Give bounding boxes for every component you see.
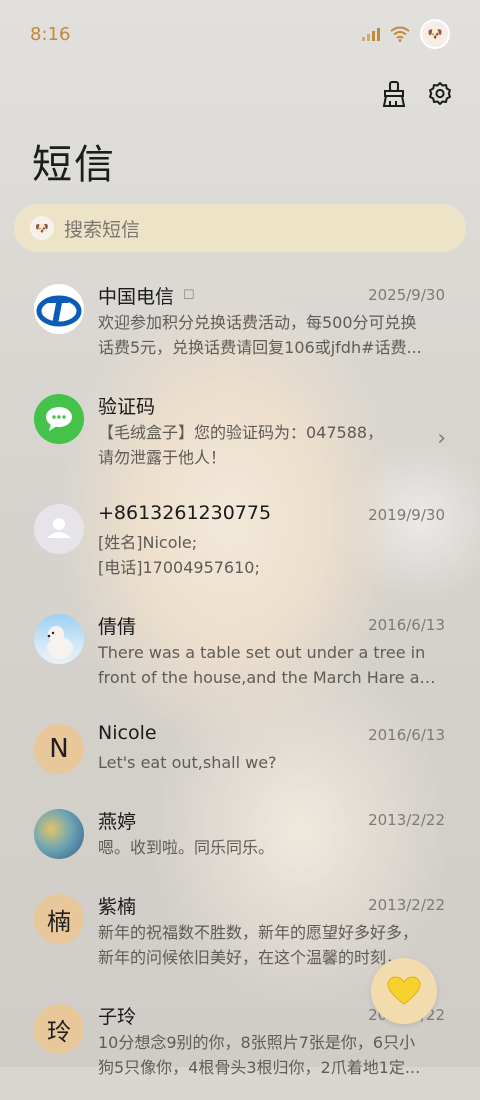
status-bar: 8:16 🐶	[0, 0, 480, 68]
heart-icon	[387, 976, 421, 1005]
contact-name: 倩倩	[98, 616, 137, 638]
gear-icon	[429, 82, 451, 105]
preview-line: 10分想念9别的你，8张照片7张是你，6只小	[98, 1033, 416, 1052]
letter-avatar: N	[34, 724, 84, 774]
preview-line: There was a table set out under a tree i…	[98, 643, 426, 662]
clean-brush-button[interactable]	[380, 80, 408, 108]
contact-name: 验证码	[98, 396, 156, 418]
chevron-right-icon: ›	[437, 426, 446, 451]
message-row[interactable]: 倩倩 2016/6/13 There was a table set out u…	[0, 600, 480, 710]
message-date: 2025/9/30	[368, 286, 445, 304]
preview-line: 新年的祝福数不胜数，新年的愿望好多好多，	[98, 923, 419, 942]
search-placeholder: 搜索短信	[64, 218, 141, 241]
sms-bubble-icon	[34, 394, 84, 444]
message-date: 2013/2/22	[368, 896, 445, 914]
message-preview: Let's eat out,shall we?	[98, 750, 444, 775]
preview-line: 嗯。收到啦。同乐同乐。	[98, 838, 275, 857]
contact-name: Nicole	[98, 722, 157, 744]
message-preview: 10分想念9别的你，8张照片7张是你，6只小 狗5只像你，4根骨头3根归你，2爪…	[98, 1030, 444, 1080]
message-date: 2013/2/22	[368, 811, 445, 829]
message-preview: There was a table set out under a tree i…	[98, 640, 444, 690]
page-title: 短信	[32, 142, 116, 188]
search-avatar-icon: 🐶	[30, 216, 54, 240]
message-preview: 嗯。收到啦。同乐同乐。	[98, 835, 444, 860]
message-date: 2019/9/30	[368, 506, 445, 524]
status-icons: 🐶	[362, 19, 450, 49]
preview-line: 话费5元，兑换话费请回复106或jfdh#话费...	[98, 338, 422, 357]
preview-line: 【毛绒盒子】您的验证码为：047588，	[98, 423, 384, 442]
message-row[interactable]: 验证码 【毛绒盒子】您的验证码为：047588， 请勿泄露于他人！ ›	[0, 380, 480, 490]
brush-icon	[382, 81, 406, 107]
wifi-icon	[390, 26, 410, 42]
compose-fab-button[interactable]	[371, 958, 437, 1024]
status-time: 8:16	[30, 23, 71, 45]
message-preview: [姓名]Nicole; [电话]17004957610;	[98, 530, 444, 580]
landscape-photo-avatar	[34, 809, 84, 859]
contact-name: +8613261230775	[98, 502, 272, 524]
person-placeholder-icon	[34, 504, 84, 554]
letter-avatar: 玲	[34, 1004, 84, 1054]
message-date: 2016/6/13	[368, 616, 445, 634]
search-bar[interactable]: 🐶 搜索短信	[14, 204, 466, 252]
preview-line: [电话]17004957610;	[98, 558, 260, 577]
contact-name: 中国电信	[98, 286, 175, 308]
signal-icon	[362, 27, 380, 41]
contact-name: 子玲	[98, 1006, 137, 1028]
preview-line: 请勿泄露于他人！	[98, 448, 227, 467]
preview-line: [姓名]Nicole;	[98, 533, 198, 552]
letter-avatar: 楠	[34, 894, 84, 944]
telecom-logo-icon	[34, 284, 84, 334]
polar-bear-avatar	[34, 614, 84, 664]
preview-line: 欢迎参加积分兑换话费活动，每500分可兑换	[98, 313, 417, 332]
message-row[interactable]: +8613261230775 2019/9/30 [姓名]Nicole; [电话…	[0, 490, 480, 600]
message-preview: 【毛绒盒子】您的验证码为：047588， 请勿泄露于他人！	[98, 420, 444, 470]
message-row[interactable]: 中国电信 ☐ 2025/9/30 欢迎参加积分兑换话费活动，每500分可兑换 话…	[0, 270, 480, 380]
preview-line: Let's eat out,shall we?	[98, 753, 277, 772]
preview-line: front of the house,and the March Hare an…	[98, 668, 444, 687]
top-actions	[380, 80, 454, 108]
status-avatar-icon: 🐶	[420, 19, 450, 49]
settings-button[interactable]	[426, 80, 454, 108]
message-date: 2016/6/13	[368, 726, 445, 744]
edit-small-icon: ☐	[183, 288, 195, 303]
preview-line: 狗5只像你，4根骨头3根归你，2爪着地1定...	[98, 1058, 421, 1077]
contact-name: 紫楠	[98, 896, 137, 918]
contact-name: 燕婷	[98, 811, 137, 833]
message-preview: 欢迎参加积分兑换话费活动，每500分可兑换 话费5元，兑换话费请回复106或jf…	[98, 310, 444, 360]
